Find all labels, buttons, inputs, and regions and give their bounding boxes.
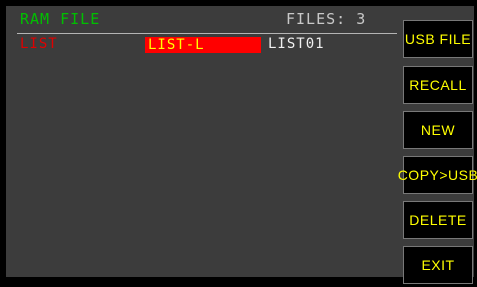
new-button[interactable]: NEW: [403, 111, 473, 149]
screen-frame-top: [0, 0, 477, 6]
file-item-selected[interactable]: LIST-L: [145, 37, 261, 53]
file-item[interactable]: LIST01: [268, 36, 325, 53]
instrument-screen: RAM FILE FILES: 3 LIST LIST-L LIST01 USB…: [0, 0, 477, 287]
header-divider: [17, 33, 397, 34]
exit-button[interactable]: EXIT: [403, 246, 473, 284]
copy-to-usb-button[interactable]: COPY>USB: [398, 156, 477, 194]
delete-button[interactable]: DELETE: [403, 201, 473, 239]
recall-button[interactable]: RECALL: [403, 66, 473, 104]
usb-file-button[interactable]: USB FILE: [403, 20, 473, 58]
list-category-label: LIST: [20, 36, 58, 52]
screen-frame-left: [0, 0, 6, 287]
page-title: RAM FILE: [20, 10, 101, 28]
file-count: FILES: 3: [286, 10, 367, 28]
